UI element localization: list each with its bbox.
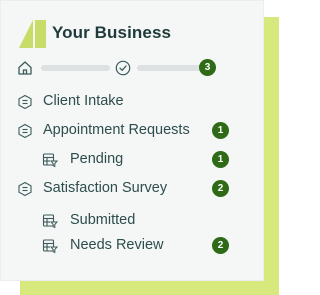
nav-item-label: Satisfaction Survey	[43, 180, 168, 196]
sidebar-panel: Your Business 3 Client Intake Appointmen…	[0, 0, 264, 281]
check-circle-icon[interactable]	[115, 60, 131, 76]
nav-item-label: Needs Review	[70, 237, 164, 253]
breadcrumb-placeholder	[41, 65, 110, 71]
nav-item-pending[interactable]: Pending 1	[1, 147, 265, 173]
form-list-icon	[18, 123, 32, 139]
table-filter-icon	[42, 239, 58, 254]
toolbar: 3	[17, 59, 247, 77]
nav-item-label: Appointment Requests	[43, 122, 190, 138]
header: Your Business	[18, 18, 171, 48]
form-list-icon	[18, 94, 32, 110]
business-logo	[19, 20, 46, 48]
nav-item-label: Submitted	[70, 212, 136, 228]
count-badge: 3	[199, 59, 216, 76]
nav-item-label: Client Intake	[43, 93, 124, 109]
count-badge: 2	[212, 180, 229, 197]
count-badge: 2	[212, 237, 229, 254]
home-icon[interactable]	[17, 60, 33, 76]
nav-item-label: Pending	[70, 151, 124, 167]
count-badge: 1	[212, 151, 229, 168]
business-title: Your Business	[52, 23, 172, 42]
nav-item-client-intake[interactable]: Client Intake	[1, 89, 265, 115]
table-filter-icon	[42, 214, 58, 229]
nav-item-appointment-requests[interactable]: Appointment Requests 1	[1, 118, 265, 144]
table-filter-icon	[42, 153, 58, 168]
nav-item-needs-review[interactable]: Needs Review 2	[1, 233, 265, 259]
form-list-icon	[18, 181, 32, 197]
nav-item-submitted[interactable]: Submitted	[1, 208, 265, 234]
count-badge: 1	[212, 122, 229, 139]
nav-item-satisfaction-survey[interactable]: Satisfaction Survey 2	[1, 176, 265, 202]
